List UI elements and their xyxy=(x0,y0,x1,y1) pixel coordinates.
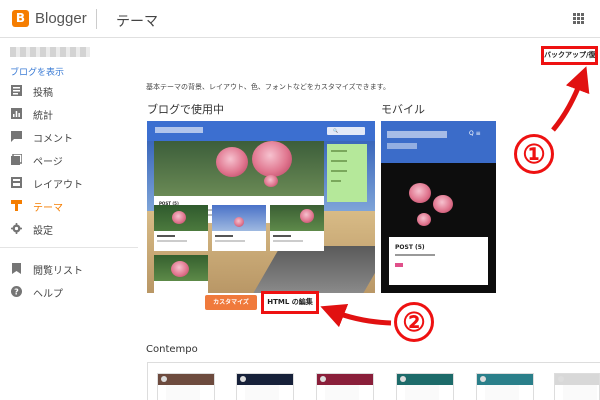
theme-thumbnail[interactable] xyxy=(554,373,600,400)
annotation-number-1: ① xyxy=(514,134,554,174)
annotation-arrows xyxy=(320,66,590,328)
theme-thumbnail[interactable] xyxy=(157,373,215,400)
arrow-2 xyxy=(320,303,392,328)
arrow-1 xyxy=(551,66,590,132)
theme-thumbnail[interactable] xyxy=(316,373,374,400)
theme-thumbnail[interactable] xyxy=(396,373,454,400)
theme-family-label: Contempo xyxy=(146,344,198,355)
theme-template-strip xyxy=(147,362,600,400)
theme-thumbnail[interactable] xyxy=(476,373,534,400)
annotation-number-2: ② xyxy=(394,302,434,342)
theme-thumbnail[interactable] xyxy=(236,373,294,400)
